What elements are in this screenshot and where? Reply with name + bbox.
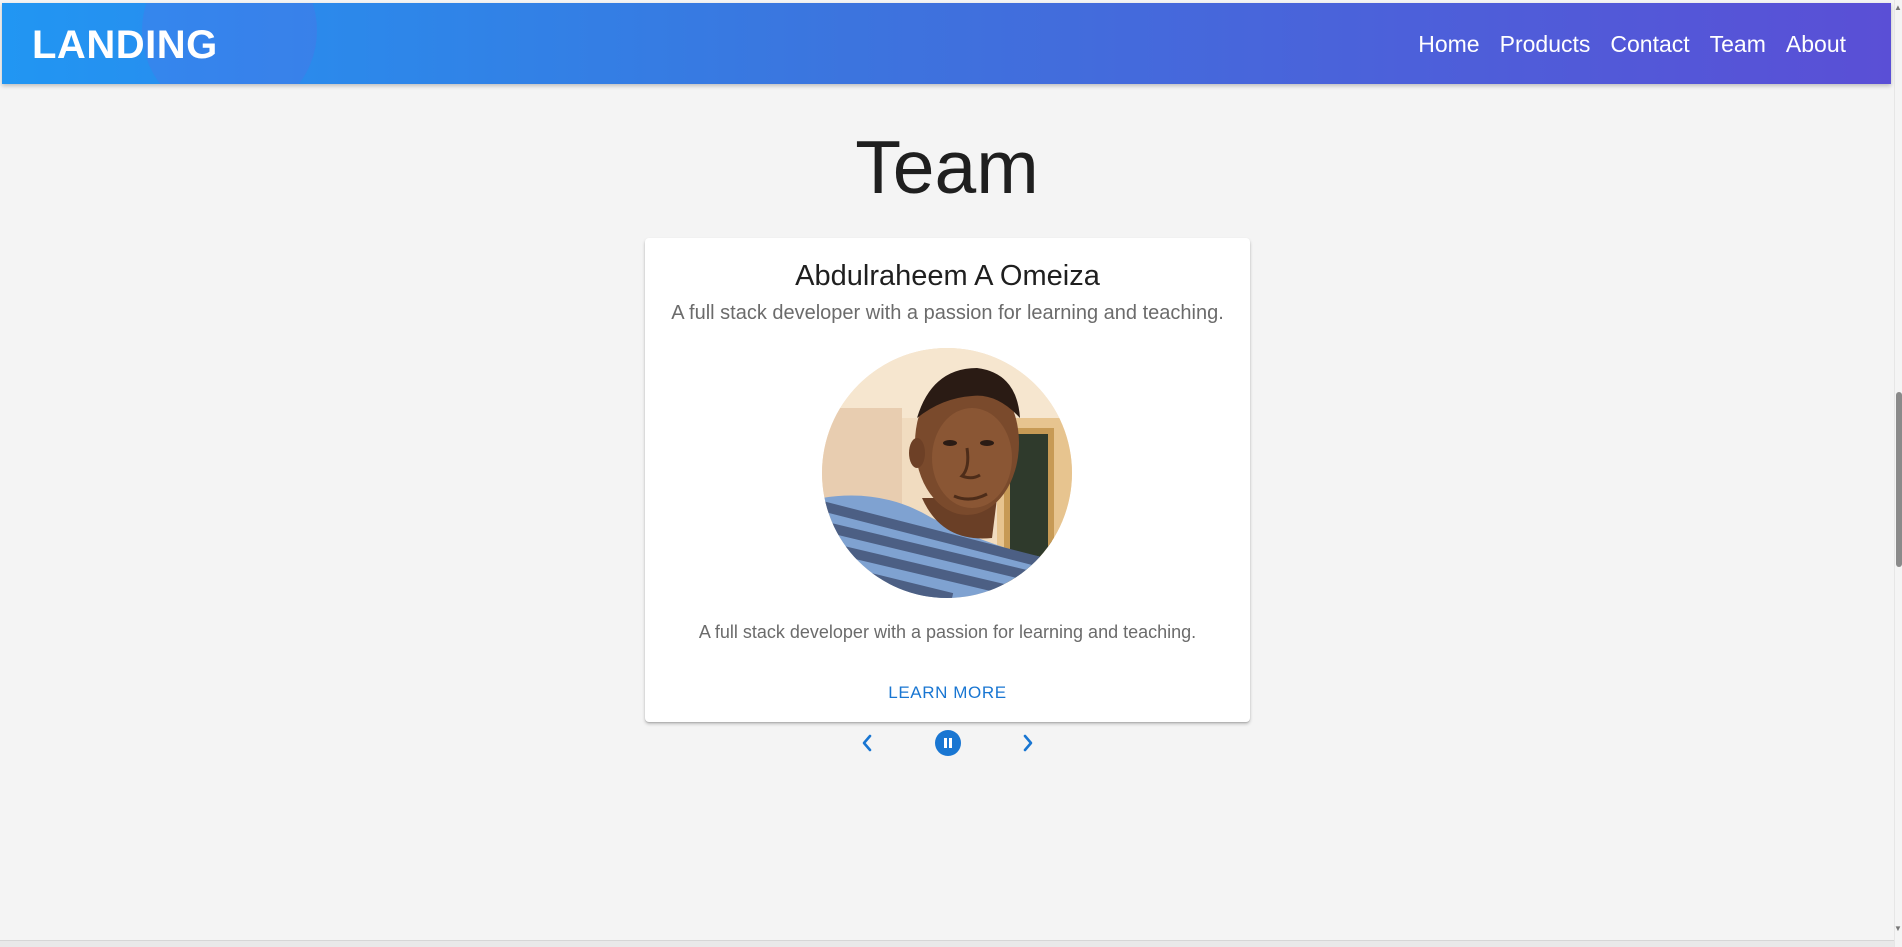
nav-contact[interactable]: Contact [1610, 29, 1689, 59]
team-member-card: Abdulraheem A Omeiza A full stack develo… [645, 238, 1250, 722]
page: LANDING Home Products Contact Team About… [0, 0, 1902, 947]
member-subtitle: A full stack developer with a passion fo… [671, 302, 1224, 324]
carousel-next-button[interactable] [1017, 730, 1039, 756]
app-bar: LANDING Home Products Contact Team About [2, 3, 1891, 84]
main-nav: Home Products Contact Team About [1418, 29, 1846, 59]
scroll-down-icon[interactable]: ▼ [1894, 925, 1902, 933]
section-title: Team [855, 125, 1039, 209]
member-description: A full stack developer with a passion fo… [698, 622, 1197, 642]
scroll-up-icon[interactable]: ▲ [1894, 4, 1902, 12]
carousel-prev-button[interactable] [856, 730, 878, 756]
nav-home[interactable]: Home [1418, 29, 1479, 59]
nav-about[interactable]: About [1786, 29, 1846, 59]
member-photo [822, 348, 1072, 598]
nav-products[interactable]: Products [1500, 29, 1591, 59]
learn-more-button[interactable]: LEARN MORE [645, 682, 1250, 704]
chevron-left-icon [862, 734, 872, 752]
carousel-pause-button[interactable] [935, 730, 961, 756]
logo[interactable]: LANDING [32, 23, 218, 67]
bottom-edge [0, 940, 1894, 947]
nav-team[interactable]: Team [1710, 29, 1766, 59]
scrollbar-thumb[interactable] [1896, 392, 1902, 567]
chevron-right-icon [1023, 734, 1033, 752]
member-name: Abdulraheem A Omeiza [795, 260, 1100, 292]
pause-icon [935, 730, 961, 756]
